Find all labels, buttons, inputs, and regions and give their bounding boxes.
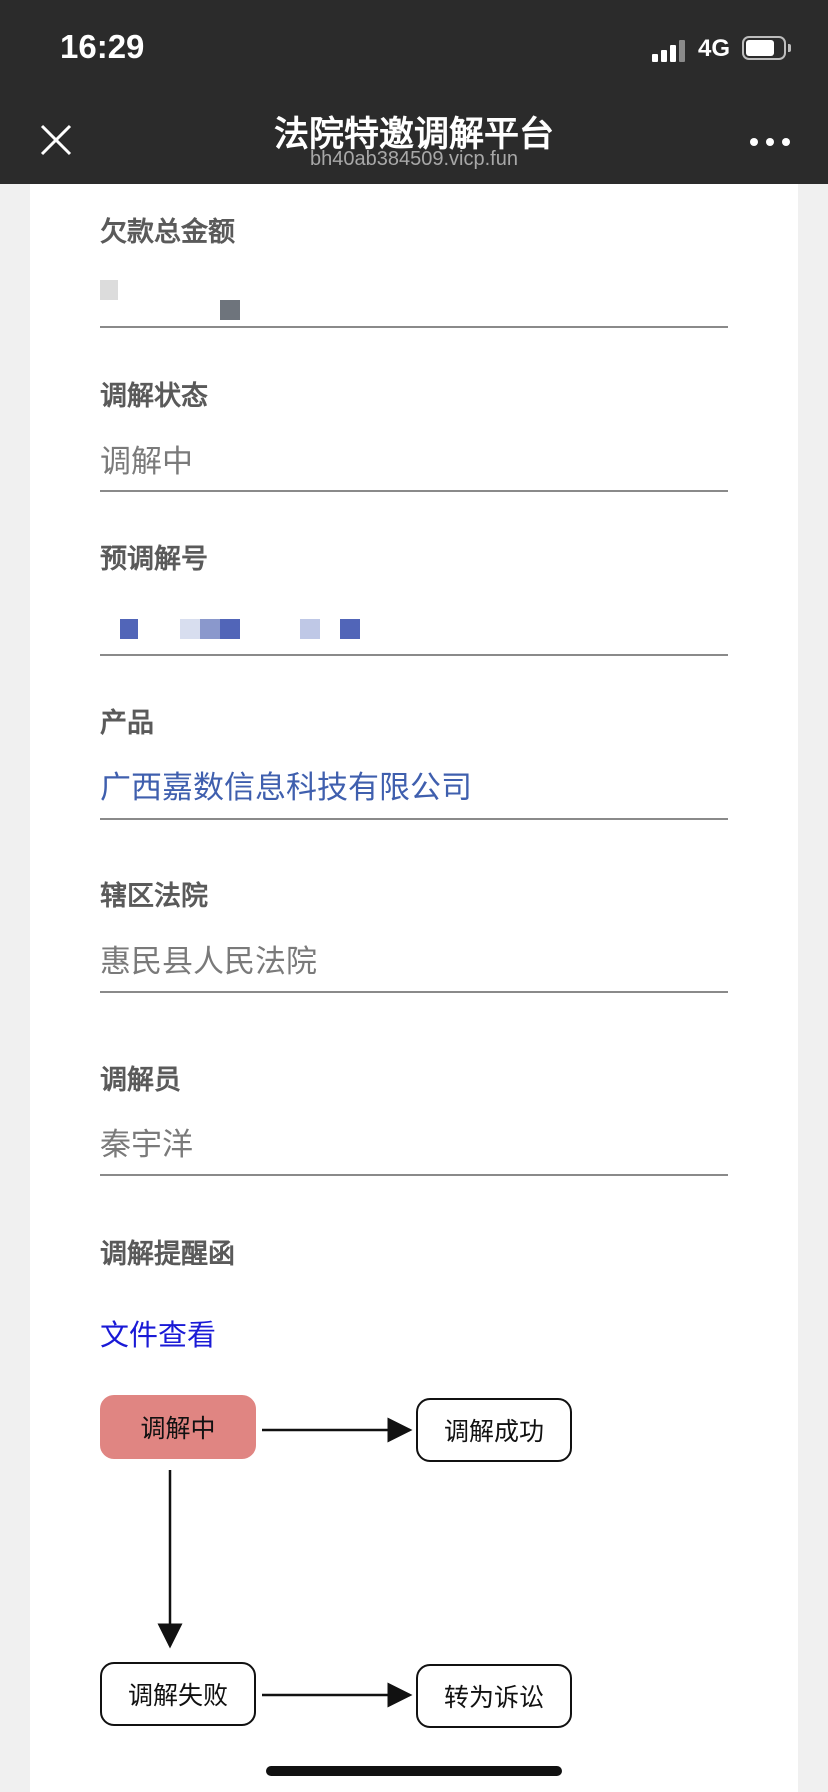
redacted-block (220, 300, 240, 320)
home-indicator (266, 1766, 562, 1776)
flow-node-litigation: 转为诉讼 (416, 1664, 572, 1728)
redacted-block (220, 619, 240, 639)
redacted-block (180, 619, 200, 639)
field-underline (100, 490, 728, 492)
field-underline (100, 1174, 728, 1176)
page-url: bh40ab384509.vicp.fun (310, 148, 518, 170)
reminder-letter-label: 调解提醒函 (100, 1239, 235, 1270)
battery-icon (742, 36, 791, 60)
court-label: 辖区法院 (100, 881, 208, 912)
signal-icon (652, 38, 688, 62)
product-label: 产品 (100, 708, 154, 739)
field-underline (100, 654, 728, 656)
network-label: 4G (698, 35, 731, 62)
mediation-status-label: 调解状态 (100, 381, 208, 412)
nav-bar: 法院特邀调解平台 bh40ab384509.vicp.fun (0, 100, 828, 184)
field-underline (100, 818, 728, 820)
view-file-link[interactable]: 文件查看 (100, 1312, 216, 1354)
pre-mediation-number-label: 预调解号 (100, 544, 208, 575)
redacted-block (340, 619, 360, 639)
flow-node-success: 调解成功 (416, 1398, 572, 1462)
redacted-block (100, 280, 118, 300)
court-value: 惠民县人民法院 (100, 944, 317, 980)
flow-node-failed: 调解失败 (100, 1662, 256, 1726)
status-bar: 16:29 4G (0, 0, 828, 100)
redacted-block (200, 619, 220, 639)
mediator-value: 秦宇洋 (100, 1127, 193, 1163)
product-value: 广西嘉数信息科技有限公司 (100, 770, 472, 806)
field-underline (100, 326, 728, 328)
field-underline (100, 991, 728, 993)
flow-arrows (157, 1417, 413, 1708)
status-time: 16:29 (60, 28, 145, 65)
redacted-block (120, 619, 138, 639)
detail-card: 欠款总金额 调解状态 调解中 预调解号 产品 广西嘉数信息科技有限公司 辖区法院… (30, 184, 798, 1792)
redacted-block (300, 619, 320, 639)
more-icon[interactable] (750, 136, 792, 148)
mediation-status-value: 调解中 (100, 444, 193, 480)
flow-node-mediating: 调解中 (100, 1395, 256, 1459)
debt-amount-label: 欠款总金额 (100, 217, 235, 248)
mediator-label: 调解员 (100, 1065, 181, 1096)
